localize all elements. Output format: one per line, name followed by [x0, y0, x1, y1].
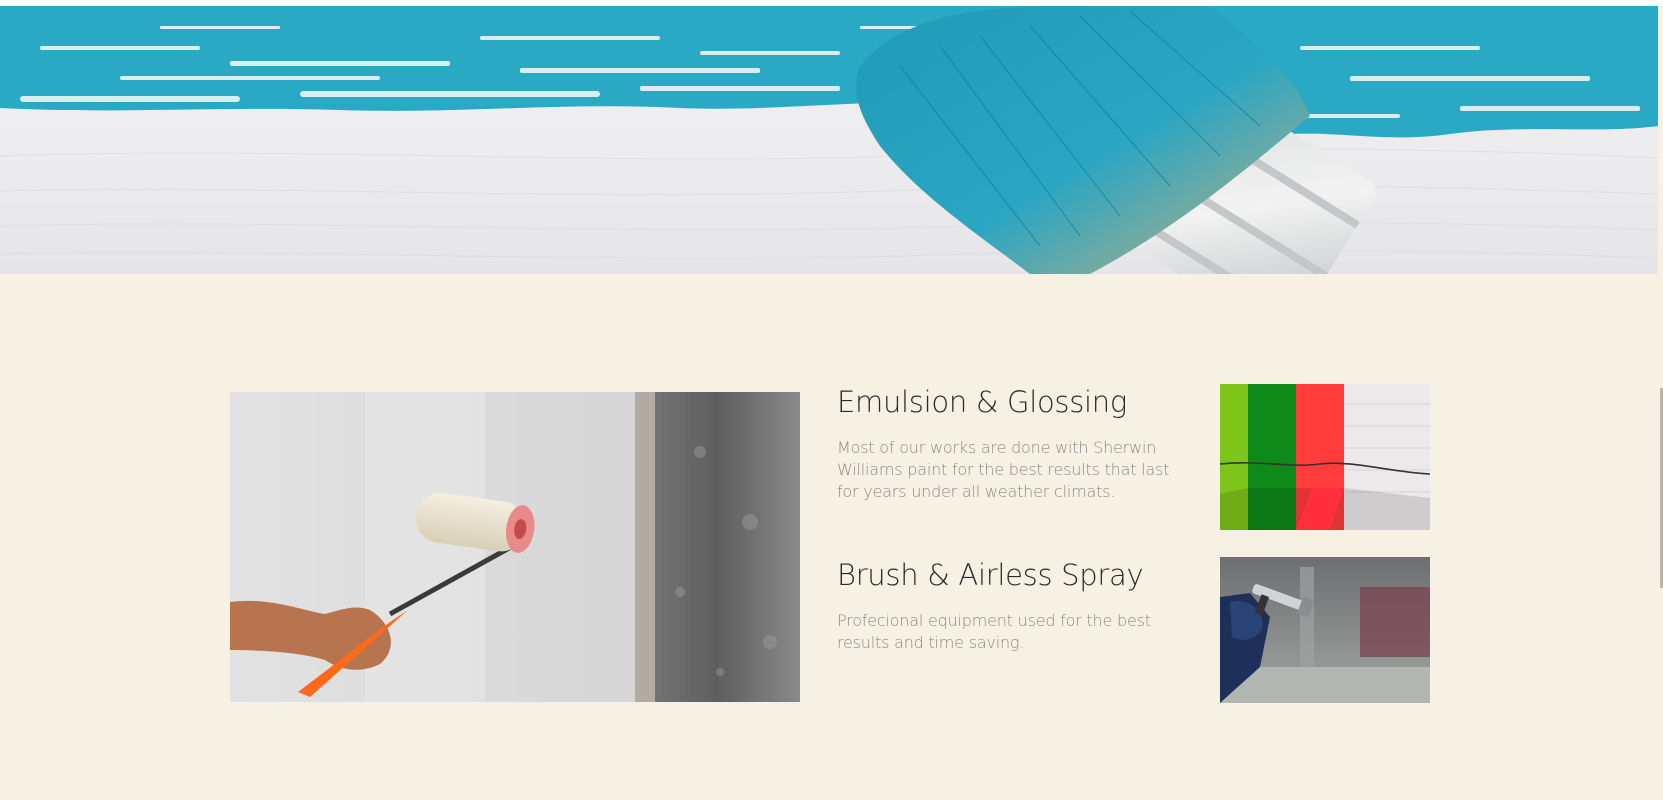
hero-banner-image [0, 6, 1658, 274]
paint-roller-photo [230, 392, 800, 702]
service-title: Emulsion & Glossing [837, 385, 1127, 419]
service-emulsion-glossing: Emulsion & Glossing Most of our works ar… [837, 384, 1182, 503]
service-description: Most of our works are done with Sherwin … [837, 438, 1170, 501]
paint-brush-illustration [0, 6, 1658, 274]
page: Emulsion & Glossing Most of our works ar… [0, 0, 1663, 800]
service-description: Profecional equipment used for the best … [837, 611, 1151, 652]
painted-wall-thumbnail [1220, 384, 1430, 530]
service-title: Brush & Airless Spray [837, 558, 1144, 592]
service-brush-airless-spray: Brush & Airless Spray Profecional equipm… [837, 557, 1182, 654]
spray-gun-thumbnail [1220, 557, 1430, 703]
